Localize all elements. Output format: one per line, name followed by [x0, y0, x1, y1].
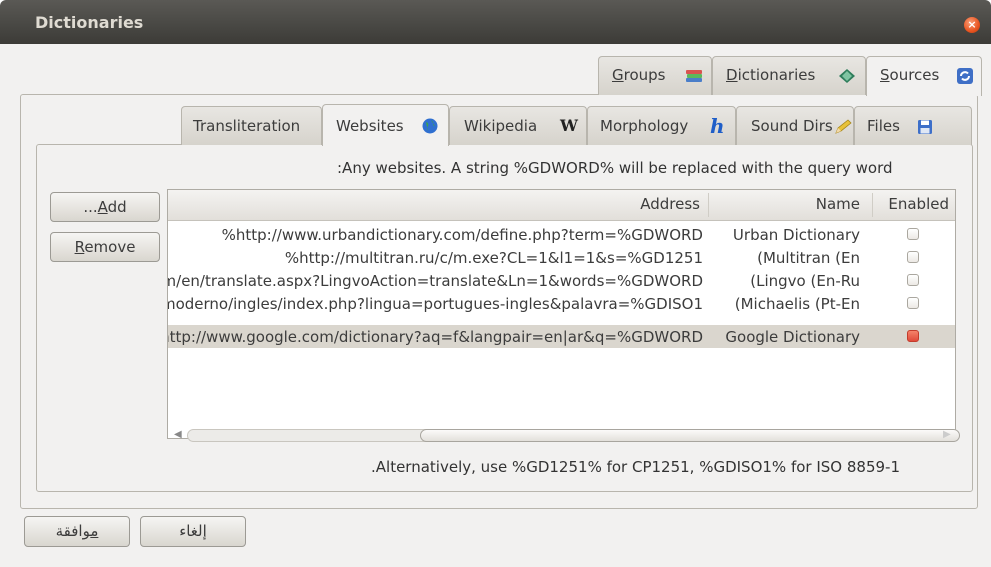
tab-morphology-label: Morphology: [600, 117, 689, 135]
column-address[interactable]: Address: [640, 195, 700, 213]
tab-sound-dirs[interactable]: Sound Dirs: [736, 106, 854, 145]
table-row[interactable]: http://michaelis.uol.com.br/moderno/ingl…: [168, 292, 955, 315]
tab-websites[interactable]: Websites: [322, 104, 449, 146]
books-icon: [686, 70, 702, 82]
tab-websites-label: Websites: [336, 117, 404, 135]
globe-icon: [422, 118, 438, 134]
table-header: Address Name Enabled: [168, 190, 955, 221]
floppy-icon: [918, 120, 932, 134]
encoding-footnote: .Alternatively, use %GD1251% for CP1251,…: [371, 458, 900, 476]
enabled-checkbox[interactable]: [907, 251, 919, 263]
wikipedia-icon: W: [560, 116, 578, 135]
row-name: (Multitran (En: [757, 249, 860, 267]
tab-transliteration-label: Transliteration: [193, 117, 301, 135]
table-row[interactable]: %http://www.urbandictionary.com/define.p…: [168, 223, 955, 246]
remove-button[interactable]: Remove: [50, 232, 160, 262]
ok-button[interactable]: موافقة: [24, 516, 130, 547]
scroll-trough[interactable]: [187, 429, 960, 442]
row-name: Urban Dictionary: [732, 226, 860, 244]
column-name[interactable]: Name: [816, 195, 860, 213]
tab-wikipedia[interactable]: Wikipedia W: [449, 106, 587, 145]
tab-files-label: Files: [867, 117, 900, 135]
row-address: %http://www.urbandictionary.com/define.p…: [221, 226, 703, 244]
window-title: Dictionaries: [35, 13, 144, 32]
book-icon: [839, 69, 855, 83]
close-button[interactable]: ×: [964, 17, 980, 33]
close-icon: ×: [967, 18, 977, 31]
tab-sound-dirs-label: Sound Dirs: [751, 117, 833, 135]
tab-transliteration[interactable]: Transliteration: [181, 106, 322, 145]
row-name: Google Dictionary: [725, 328, 860, 346]
scroll-left-icon[interactable]: ◀: [174, 429, 182, 440]
row-address: %http://multitran.ru/c/m.exe?CL=1&l1=1&s…: [284, 249, 703, 267]
row-name: (Michaelis (Pt-En: [734, 295, 860, 313]
tab-sources[interactable]: Sources: [866, 56, 982, 96]
table-row-selected[interactable]: http://www.google.com/dictionary?aq=f&la…: [168, 325, 955, 348]
table-row[interactable]: %http://multitran.ru/c/m.exe?CL=1&l1=1&s…: [168, 246, 955, 269]
websites-description: :Any websites. A string %GDWORD% will be…: [337, 159, 893, 177]
row-address: http://www.google.com/dictionary?aq=f&la…: [168, 328, 703, 346]
morphology-icon: h: [710, 114, 725, 138]
row-name: (Lingvo (En-Ru: [750, 272, 860, 290]
refresh-icon: [957, 68, 973, 84]
tab-groups-label: Groups: [612, 66, 666, 84]
row-address: http://michaelis.uol.com.br/moderno/ingl…: [168, 295, 703, 313]
tab-wikipedia-label: Wikipedia: [464, 117, 538, 135]
tab-files[interactable]: Files: [854, 106, 972, 145]
row-address: http://lingvo.abbyyonline.com/en/transla…: [168, 272, 703, 290]
enabled-checkbox[interactable]: [907, 297, 919, 309]
websites-table: Address Name Enabled %http://www.urbandi…: [167, 189, 956, 439]
cancel-button[interactable]: إلغاء: [140, 516, 246, 547]
tab-morphology[interactable]: Morphology h: [587, 106, 736, 145]
scroll-right-icon[interactable]: ▶: [943, 429, 951, 440]
column-enabled[interactable]: Enabled: [888, 195, 949, 213]
tab-groups[interactable]: Groups: [598, 56, 712, 95]
tab-dictionaries-label: Dictionaries: [726, 66, 816, 84]
enabled-checkbox[interactable]: [907, 274, 919, 286]
tab-sources-label: Sources: [880, 66, 940, 84]
title-bar: Dictionaries ×: [0, 0, 991, 44]
add-button[interactable]: ...Add: [50, 192, 160, 222]
scroll-thumb[interactable]: [420, 429, 960, 442]
pencil-icon: [835, 119, 852, 134]
tab-dictionaries[interactable]: Dictionaries: [712, 56, 866, 95]
enabled-checkbox[interactable]: [907, 228, 919, 240]
horizontal-scrollbar[interactable]: ◀ ▶: [170, 427, 960, 444]
enabled-checkbox[interactable]: [907, 330, 919, 342]
table-row[interactable]: http://lingvo.abbyyonline.com/en/transla…: [168, 269, 955, 292]
